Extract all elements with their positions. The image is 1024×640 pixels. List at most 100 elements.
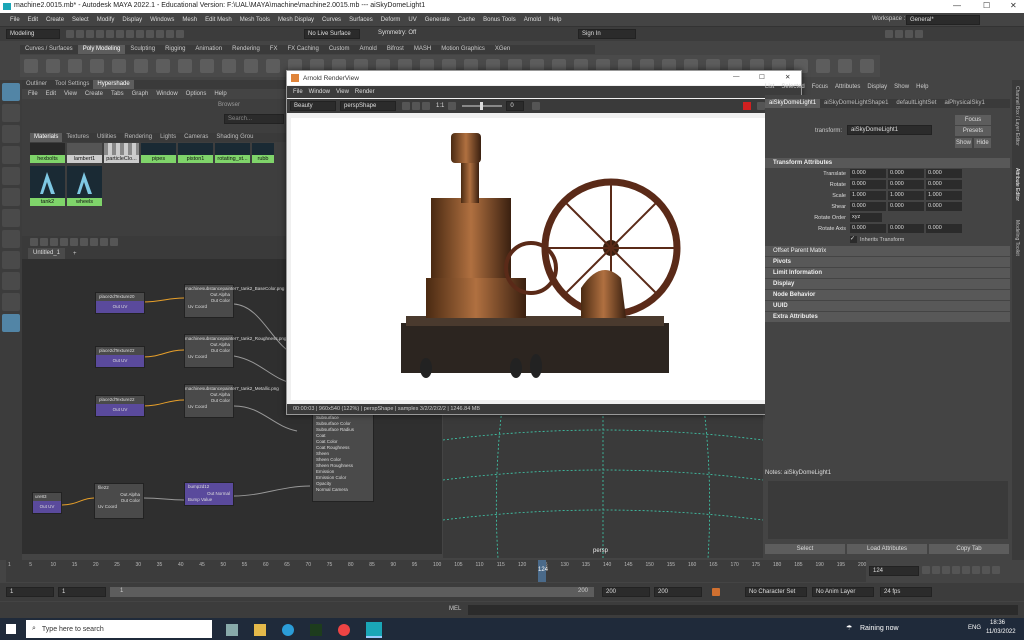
poly-cone-icon[interactable] [90,59,104,73]
auto-key-icon[interactable] [712,588,720,596]
menu-mesh-tools[interactable]: Mesh Tools [240,17,270,23]
playback-start-field[interactable]: 1 [58,587,106,597]
close-button[interactable]: ✕ [1010,1,1017,10]
file-texture-node[interactable]: machinesubstancepainter7_tank2_Metallic.… [184,384,279,418]
shear-z[interactable]: 0.000 [926,202,962,211]
crop-icon[interactable] [402,102,410,110]
sign-in-button[interactable]: Sign In [578,29,636,39]
tab-defaultlightset[interactable]: defaultLightSet [892,99,940,108]
select-button[interactable]: Select [765,544,845,554]
undo-icon[interactable] [86,30,94,38]
search-layout-icon[interactable] [2,314,20,332]
aov-dropdown[interactable]: Beauty [290,101,336,111]
rotate-z[interactable]: 0.000 [926,180,962,189]
menu-mesh-display[interactable]: Mesh Display [278,17,314,23]
folder-icon[interactable] [66,30,74,38]
stop-render-icon[interactable] [743,102,751,110]
ae-menu-focus[interactable]: Focus [812,84,828,90]
show-button[interactable]: Show [955,138,972,148]
character-set-dropdown[interactable]: No Character Set [745,587,807,597]
load-attributes-button[interactable]: Load Attributes [847,544,927,554]
current-frame-marker[interactable]: 124 [538,560,548,582]
sweep-icon[interactable] [222,59,236,73]
symmetry-label[interactable]: Symmetry: Off [378,30,416,36]
maximize-button[interactable]: ☐ [983,1,990,10]
rotate-order-dropdown[interactable]: xyz [850,213,882,222]
menu-mesh[interactable]: Mesh [182,17,197,23]
rotate-axis-y[interactable]: 0.000 [888,224,924,233]
hs-menu-tabs[interactable]: Tabs [111,91,124,97]
bump2d-node[interactable]: bump2d12 Out Normal Bump Value [184,482,234,506]
focus-button[interactable]: Focus [955,115,991,125]
attribute-editor-icon[interactable] [895,30,903,38]
tab-rendering[interactable]: Rendering [120,133,156,142]
rv-close-button[interactable]: ✕ [785,73,790,81]
maya-taskbar-icon[interactable] [366,622,382,638]
section-extra-attributes[interactable]: Extra Attributes [765,312,1010,322]
platonic-icon[interactable] [178,59,192,73]
exposure-slider[interactable] [462,102,503,110]
scale-x[interactable]: 1.000 [850,191,886,200]
poly-cube-icon[interactable] [46,59,60,73]
shelf-tab-rigging[interactable]: Rigging [160,45,190,54]
menu-generate[interactable]: Generate [425,17,450,23]
super-shape-icon[interactable] [200,59,214,73]
rv-menu-render[interactable]: Render [355,89,375,95]
weather-text[interactable]: Raining now [860,625,899,632]
menu-cache[interactable]: Cache [458,17,475,23]
select-tool-icon[interactable] [2,83,20,101]
ae-menu-list[interactable]: List [765,84,774,90]
step-forward-icon[interactable] [972,566,980,574]
tab-channel-box[interactable]: Channel Box / Layer Editor [1014,86,1020,146]
rgb-icon[interactable] [412,102,420,110]
live-surface-field[interactable]: No Live Surface [304,29,360,39]
place2d-node[interactable]: place2dTexture22 Out UV [95,395,145,417]
material-swatch[interactable]: rubb [252,143,274,163]
menu-curves[interactable]: Curves [322,17,341,23]
section-node-behavior[interactable]: Node Behavior [765,290,1010,300]
grid-icon[interactable] [816,59,830,73]
lasso-tool-icon[interactable] [2,104,20,122]
single-view-icon[interactable] [2,293,20,311]
time-slider[interactable]: 1 5 10 15 20 25 30 35 40 45 50 55 60 65 70 75 80 85 90 95 10… [6,560,866,582]
tools-icon[interactable] [860,59,874,73]
windows-start-icon[interactable] [6,624,16,634]
tab-utilities[interactable]: Utilities [93,133,120,142]
save-icon[interactable] [76,30,84,38]
poly-plane-icon[interactable] [134,59,148,73]
go-start-icon[interactable] [922,566,930,574]
taskbar-search-box[interactable]: ⌕ Type here to search [26,620,212,638]
shelf-tab-xgen[interactable]: XGen [490,45,515,54]
mel-label[interactable]: MEL [449,606,461,612]
tab-modeling-toolkit[interactable]: Modeling Toolkit [1014,220,1020,256]
command-input[interactable] [468,605,1018,615]
substance-painter-icon[interactable] [310,624,322,636]
shelf-tab-fx[interactable]: FX [265,45,283,54]
move-tool-icon[interactable] [2,146,20,164]
menu-edit[interactable]: Edit [28,17,38,23]
ae-menu-show[interactable]: Show [894,84,909,90]
snap-view-icon[interactable] [166,30,174,38]
material-swatch[interactable]: wheels [67,166,102,206]
section-offset-parent-matrix[interactable]: Offset Parent Matrix [765,246,1010,256]
tool-settings-icon[interactable] [905,30,913,38]
lock-icon[interactable] [838,59,852,73]
fps-dropdown[interactable]: 24 fps [880,587,932,597]
file-explorer-icon[interactable] [254,624,266,636]
exposure-field[interactable]: 0 [506,101,525,111]
play-back-icon[interactable] [952,566,960,574]
rotate-y[interactable]: 0.000 [888,180,924,189]
ae-menu-display[interactable]: Display [867,84,887,90]
current-frame-field[interactable]: 124 [869,566,919,576]
menu-modify[interactable]: Modify [97,17,115,23]
step-back-key-icon[interactable] [932,566,940,574]
poly-disc-icon[interactable] [156,59,170,73]
ae-menu-attributes[interactable]: Attributes [835,84,860,90]
menu-create[interactable]: Create [46,17,64,23]
scale-y[interactable]: 1.000 [888,191,924,200]
hs-menu-edit[interactable]: Edit [46,91,56,97]
anim-layer-dropdown[interactable]: No Anim Layer [812,587,874,597]
chrome-icon[interactable] [338,624,350,636]
shelf-tab-curves[interactable]: Curves / Surfaces [20,45,78,54]
rv-maximize-button[interactable]: ☐ [759,73,765,81]
